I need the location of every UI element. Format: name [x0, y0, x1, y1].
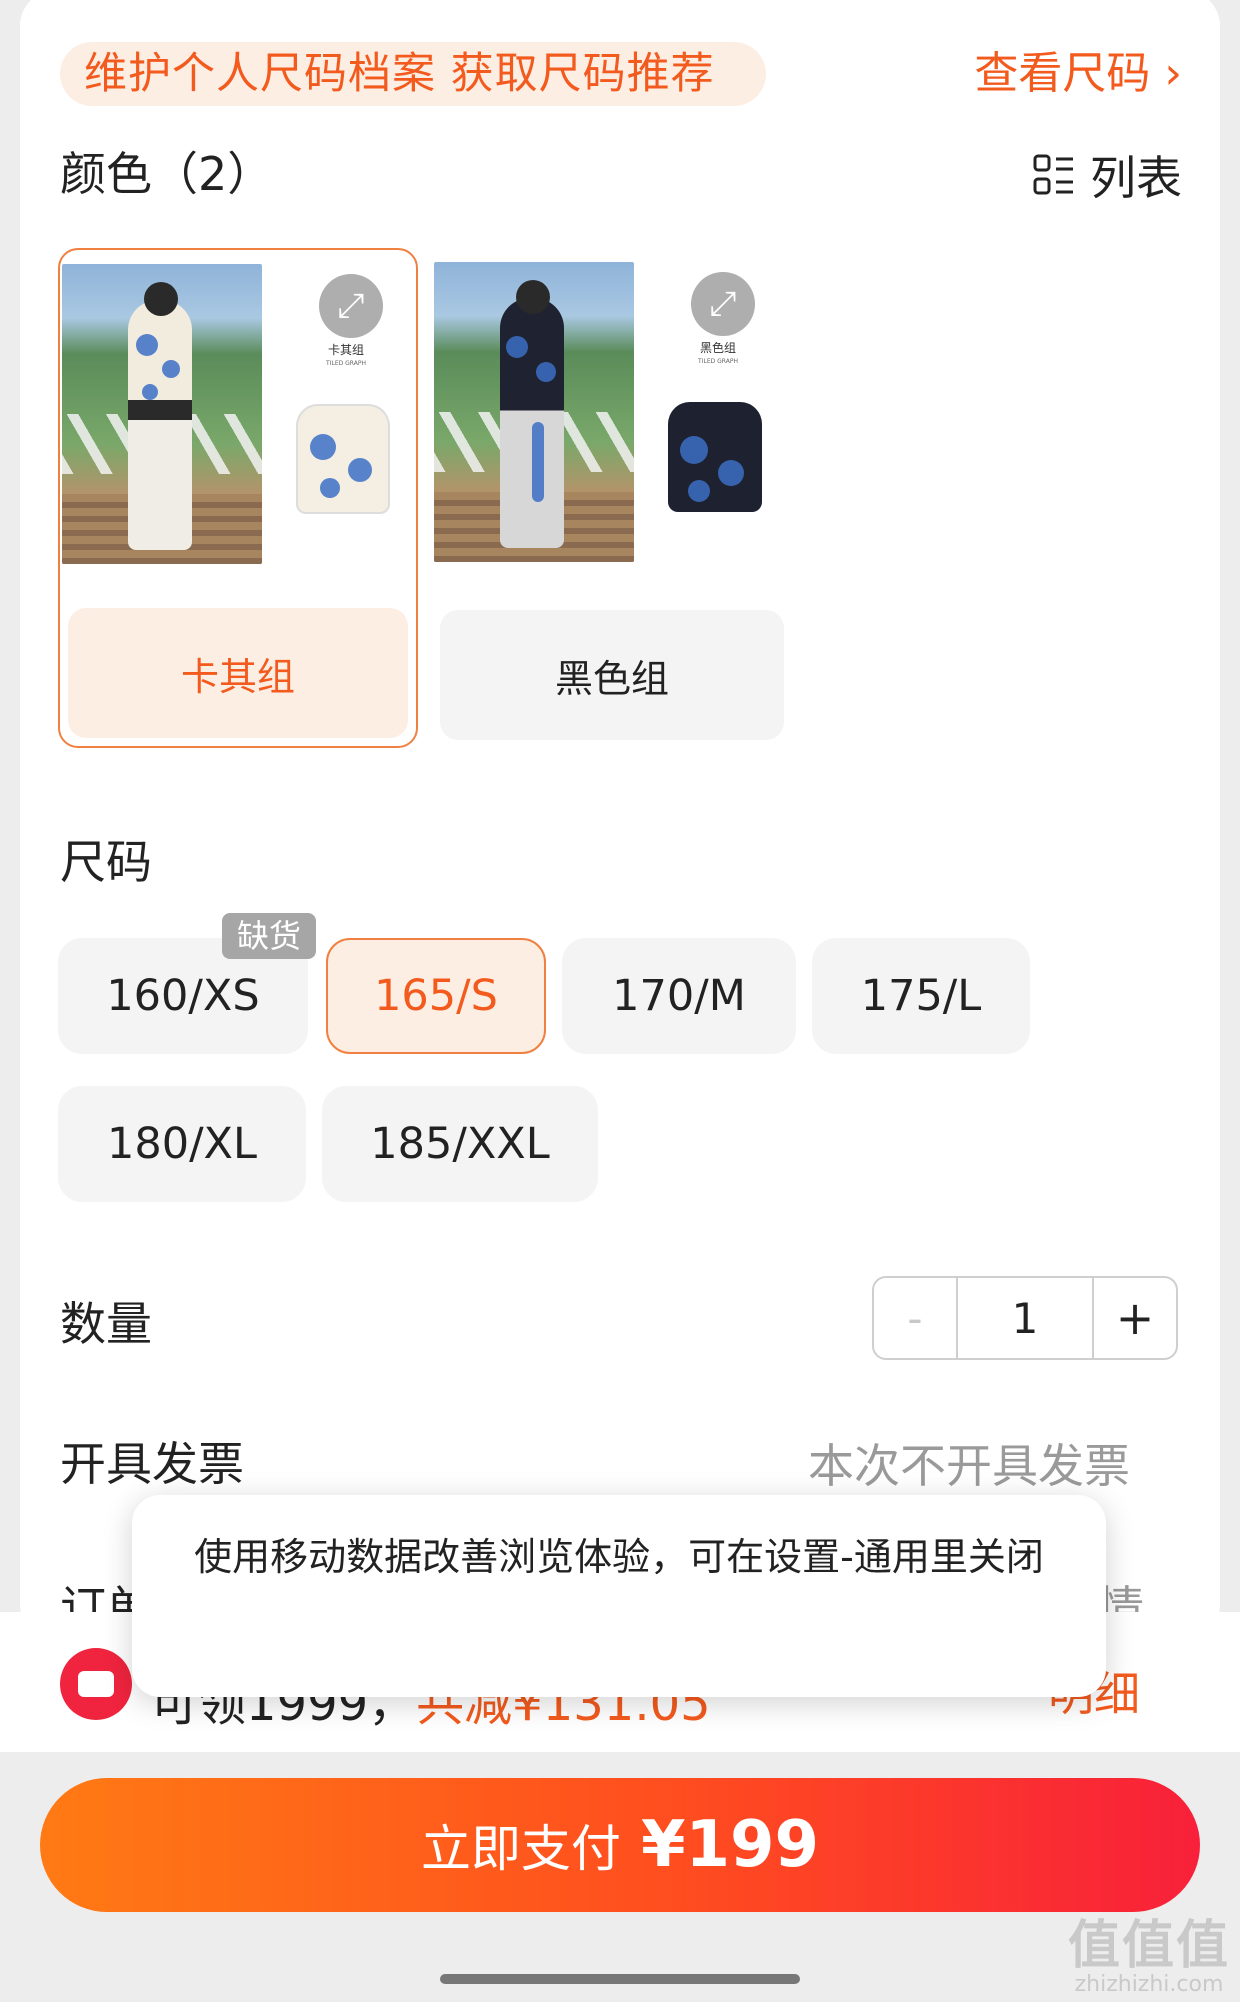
product-thumbnail	[296, 404, 390, 514]
size-section-title: 尺码	[60, 835, 152, 889]
color-option-khaki[interactable]: 卡其组 TILED GRAPH ⤢ 卡其组	[58, 248, 418, 748]
view-size-label: 查看尺码	[974, 48, 1151, 99]
view-size-link[interactable]: 查看尺码 ›	[974, 42, 1182, 106]
coupon-icon	[60, 1648, 132, 1720]
size-option-185[interactable]: 185/XXL	[322, 1086, 598, 1202]
pay-now-price: ¥199	[640, 1808, 820, 1882]
chevron-right-icon: ›	[1164, 48, 1182, 99]
model-photo	[434, 262, 634, 562]
site-watermark: 值值值 zhizhizhi.com	[1068, 1918, 1230, 1996]
quantity-title: 数量	[60, 1297, 152, 1351]
decrement-button[interactable]: -	[874, 1278, 958, 1358]
model-photo	[62, 264, 262, 564]
color-section-title: 颜色（2）	[60, 147, 274, 201]
invoice-title: 开具发票	[60, 1437, 244, 1491]
color-option-image: 卡其组 TILED GRAPH ⤢	[62, 264, 418, 584]
tile-label: 黑色组 TILED GRAPH	[698, 341, 738, 366]
out-of-stock-badge: 缺货	[222, 913, 316, 959]
pay-now-label: 立即支付	[420, 1820, 621, 1878]
invoice-option[interactable]: 本次不开具发票	[808, 1430, 1130, 1496]
size-option-175[interactable]: 175/L	[812, 938, 1030, 1054]
toast-message: 使用移动数据改善浏览体验，可在设置-通用里关闭	[132, 1495, 1106, 1697]
color-option-label: 黑色组	[440, 610, 784, 740]
size-option-165[interactable]: 165/S	[326, 938, 546, 1054]
expand-icon[interactable]: ⤢	[691, 272, 755, 336]
watermark-logo: 值值值	[1067, 1916, 1230, 1976]
tile-label: 卡其组 TILED GRAPH	[326, 343, 366, 368]
size-profile-banner[interactable]: 维护个人尺码档案 获取尺码推荐	[60, 42, 766, 106]
color-option-label: 卡其组	[68, 608, 408, 738]
increment-button[interactable]: +	[1094, 1278, 1176, 1358]
size-option-180[interactable]: 180/XL	[58, 1086, 306, 1202]
watermark-url: zhizhizhi.com	[1074, 1972, 1224, 1997]
size-option-170[interactable]: 170/M	[562, 938, 796, 1054]
list-icon	[1033, 154, 1073, 195]
home-indicator[interactable]	[440, 1974, 800, 1984]
color-option-image: 黑色组 TILED GRAPH ⤢	[434, 262, 790, 582]
quantity-stepper: - 1 +	[872, 1276, 1178, 1360]
list-view-label: 列表	[1090, 151, 1182, 205]
sku-selector-sheet	[20, 0, 1220, 1640]
pay-now-button[interactable]: 立即支付 ¥199	[40, 1778, 1200, 1912]
product-thumbnail	[668, 402, 762, 512]
expand-icon[interactable]: ⤢	[319, 274, 383, 338]
color-option-black[interactable]: 黑色组 TILED GRAPH ⤢ 黑色组	[432, 248, 792, 748]
quantity-value[interactable]: 1	[958, 1278, 1094, 1358]
list-view-toggle[interactable]: 列表	[1032, 140, 1182, 210]
